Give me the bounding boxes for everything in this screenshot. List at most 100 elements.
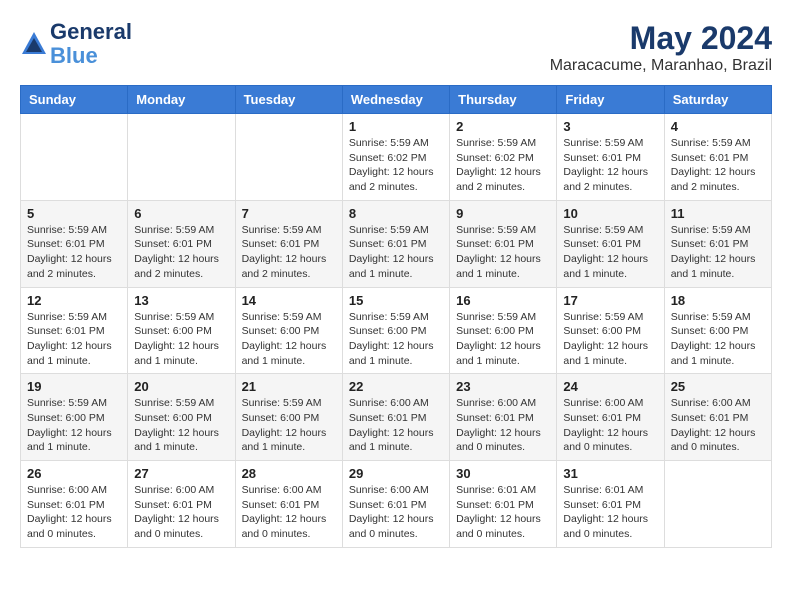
calendar-day-cell: 26Sunrise: 6:00 AM Sunset: 6:01 PM Dayli…: [21, 461, 128, 548]
day-info: Sunrise: 5:59 AM Sunset: 6:00 PM Dayligh…: [563, 310, 657, 369]
day-info: Sunrise: 5:59 AM Sunset: 6:00 PM Dayligh…: [134, 310, 228, 369]
day-number: 2: [456, 119, 550, 134]
calendar-day-cell: 28 Sunrise: 6:00 AM Sunset: 6:01 PM Dayli…: [235, 461, 342, 548]
calendar-week-row: 12 Sunrise: 5:59 AM Sunset: 6:01 PM Dayli…: [21, 287, 772, 374]
day-number: 23: [456, 379, 550, 394]
day-info: Sunrise: 5:59 AM Sunset: 6:01 PM Dayligh…: [27, 310, 121, 369]
day-info: Sunrise: 6:00 AM Sunset: 6:01 PM Dayligh…: [349, 483, 443, 542]
day-number: 3: [563, 119, 657, 134]
calendar-day-cell: 1Sunrise: 5:59 AM Sunset: 6:02 PM Daylig…: [342, 114, 449, 201]
month-title: May 2024: [550, 20, 772, 57]
day-info: Sunrise: 6:00 AM Sunset: 6:01 PM Dayligh…: [563, 396, 657, 455]
day-info: Sunrise: 6:00 AM Sunset: 6:01 PM Dayligh…: [27, 483, 121, 542]
calendar-day-cell: 15 Sunrise: 5:59 AM Sunset: 6:00 PM Dayli…: [342, 287, 449, 374]
calendar-table: SundayMondayTuesdayWednesdayThursdayFrid…: [20, 85, 772, 548]
day-info: Sunrise: 6:01 AM Sunset: 6:01 PM Dayligh…: [456, 483, 550, 542]
calendar-day-cell: 9Sunrise: 5:59 AM Sunset: 6:01 PM Daylig…: [450, 200, 557, 287]
day-number: 11: [671, 206, 765, 221]
calendar-day-cell: 13 Sunrise: 5:59 AM Sunset: 6:00 PM Dayli…: [128, 287, 235, 374]
calendar-day-cell: 7 Sunrise: 5:59 AM Sunset: 6:01 PM Daylig…: [235, 200, 342, 287]
calendar-day-cell: 12 Sunrise: 5:59 AM Sunset: 6:01 PM Dayli…: [21, 287, 128, 374]
calendar-day-cell: 8 Sunrise: 5:59 AM Sunset: 6:01 PM Daylig…: [342, 200, 449, 287]
day-number: 5: [27, 206, 121, 221]
day-number: 1: [349, 119, 443, 134]
calendar-week-row: 19 Sunrise: 5:59 AM Sunset: 6:00 PM Dayli…: [21, 374, 772, 461]
day-number: 25: [671, 379, 765, 394]
day-info: Sunrise: 5:59 AM Sunset: 6:01 PM Dayligh…: [563, 136, 657, 195]
day-number: 28: [242, 466, 336, 481]
day-of-week-header: Monday: [128, 86, 235, 114]
calendar-day-cell: 21 Sunrise: 5:59 AM Sunset: 6:00 PM Dayli…: [235, 374, 342, 461]
calendar-week-row: 26Sunrise: 6:00 AM Sunset: 6:01 PM Dayli…: [21, 461, 772, 548]
day-number: 18: [671, 293, 765, 308]
day-number: 14: [242, 293, 336, 308]
day-number: 24: [563, 379, 657, 394]
day-number: 19: [27, 379, 121, 394]
day-of-week-header: Friday: [557, 86, 664, 114]
logo: General Blue: [20, 20, 132, 68]
day-of-week-header: Tuesday: [235, 86, 342, 114]
day-info: Sunrise: 5:59 AM Sunset: 6:00 PM Dayligh…: [242, 310, 336, 369]
calendar-week-row: 5 Sunrise: 5:59 AM Sunset: 6:01 PM Daylig…: [21, 200, 772, 287]
calendar-day-cell: 10 Sunrise: 5:59 AM Sunset: 6:01 PM Dayli…: [557, 200, 664, 287]
day-number: 30: [456, 466, 550, 481]
day-of-week-header: Wednesday: [342, 86, 449, 114]
day-info: Sunrise: 5:59 AM Sunset: 6:00 PM Dayligh…: [671, 310, 765, 369]
calendar-week-row: 1Sunrise: 5:59 AM Sunset: 6:02 PM Daylig…: [21, 114, 772, 201]
day-number: 29: [349, 466, 443, 481]
calendar-day-cell: 6Sunrise: 5:59 AM Sunset: 6:01 PM Daylig…: [128, 200, 235, 287]
day-info: Sunrise: 6:00 AM Sunset: 6:01 PM Dayligh…: [456, 396, 550, 455]
day-info: Sunrise: 6:01 AM Sunset: 6:01 PM Dayligh…: [563, 483, 657, 542]
day-number: 27: [134, 466, 228, 481]
day-number: 13: [134, 293, 228, 308]
day-info: Sunrise: 5:59 AM Sunset: 6:00 PM Dayligh…: [27, 396, 121, 455]
day-of-week-header: Thursday: [450, 86, 557, 114]
day-info: Sunrise: 5:59 AM Sunset: 6:01 PM Dayligh…: [671, 223, 765, 282]
day-info: Sunrise: 5:59 AM Sunset: 6:01 PM Dayligh…: [242, 223, 336, 282]
day-number: 22: [349, 379, 443, 394]
calendar-day-cell: 16Sunrise: 5:59 AM Sunset: 6:00 PM Dayli…: [450, 287, 557, 374]
calendar-day-cell: 30 Sunrise: 6:01 AM Sunset: 6:01 PM Dayli…: [450, 461, 557, 548]
calendar-day-cell: [235, 114, 342, 201]
day-info: Sunrise: 5:59 AM Sunset: 6:01 PM Dayligh…: [671, 136, 765, 195]
calendar-day-cell: 19 Sunrise: 5:59 AM Sunset: 6:00 PM Dayli…: [21, 374, 128, 461]
day-info: Sunrise: 5:59 AM Sunset: 6:00 PM Dayligh…: [349, 310, 443, 369]
day-number: 10: [563, 206, 657, 221]
day-number: 16: [456, 293, 550, 308]
calendar-day-cell: 3 Sunrise: 5:59 AM Sunset: 6:01 PM Daylig…: [557, 114, 664, 201]
calendar-day-cell: 18 Sunrise: 5:59 AM Sunset: 6:00 PM Dayli…: [664, 287, 771, 374]
calendar-day-cell: 20Sunrise: 5:59 AM Sunset: 6:00 PM Dayli…: [128, 374, 235, 461]
day-info: Sunrise: 5:59 AM Sunset: 6:01 PM Dayligh…: [456, 223, 550, 282]
calendar-day-cell: 17 Sunrise: 5:59 AM Sunset: 6:00 PM Dayli…: [557, 287, 664, 374]
calendar-day-cell: 11 Sunrise: 5:59 AM Sunset: 6:01 PM Dayli…: [664, 200, 771, 287]
day-number: 15: [349, 293, 443, 308]
day-number: 8: [349, 206, 443, 221]
day-info: Sunrise: 6:00 AM Sunset: 6:01 PM Dayligh…: [671, 396, 765, 455]
title-area: May 2024 Maracacume, Maranhao, Brazil: [550, 20, 772, 75]
day-of-week-header: Sunday: [21, 86, 128, 114]
day-info: Sunrise: 5:59 AM Sunset: 6:00 PM Dayligh…: [242, 396, 336, 455]
day-number: 21: [242, 379, 336, 394]
day-number: 17: [563, 293, 657, 308]
logo-icon: [20, 30, 48, 58]
calendar-header-row: SundayMondayTuesdayWednesdayThursdayFrid…: [21, 86, 772, 114]
day-info: Sunrise: 6:00 AM Sunset: 6:01 PM Dayligh…: [242, 483, 336, 542]
calendar-day-cell: 29 Sunrise: 6:00 AM Sunset: 6:01 PM Dayli…: [342, 461, 449, 548]
day-info: Sunrise: 5:59 AM Sunset: 6:01 PM Dayligh…: [349, 223, 443, 282]
day-info: Sunrise: 5:59 AM Sunset: 6:00 PM Dayligh…: [134, 396, 228, 455]
day-of-week-header: Saturday: [664, 86, 771, 114]
day-number: 31: [563, 466, 657, 481]
calendar-day-cell: 2Sunrise: 5:59 AM Sunset: 6:02 PM Daylig…: [450, 114, 557, 201]
day-number: 7: [242, 206, 336, 221]
day-number: 12: [27, 293, 121, 308]
calendar-day-cell: 31 Sunrise: 6:01 AM Sunset: 6:01 PM Dayli…: [557, 461, 664, 548]
calendar-day-cell: 27 Sunrise: 6:00 AM Sunset: 6:01 PM Dayli…: [128, 461, 235, 548]
day-info: Sunrise: 5:59 AM Sunset: 6:01 PM Dayligh…: [563, 223, 657, 282]
calendar-day-cell: 4Sunrise: 5:59 AM Sunset: 6:01 PM Daylig…: [664, 114, 771, 201]
location-title: Maracacume, Maranhao, Brazil: [550, 57, 772, 75]
calendar-day-cell: 14 Sunrise: 5:59 AM Sunset: 6:00 PM Dayli…: [235, 287, 342, 374]
calendar-day-cell: 22Sunrise: 6:00 AM Sunset: 6:01 PM Dayli…: [342, 374, 449, 461]
day-info: Sunrise: 5:59 AM Sunset: 6:01 PM Dayligh…: [134, 223, 228, 282]
logo-text: General Blue: [50, 20, 132, 68]
day-info: Sunrise: 6:00 AM Sunset: 6:01 PM Dayligh…: [134, 483, 228, 542]
